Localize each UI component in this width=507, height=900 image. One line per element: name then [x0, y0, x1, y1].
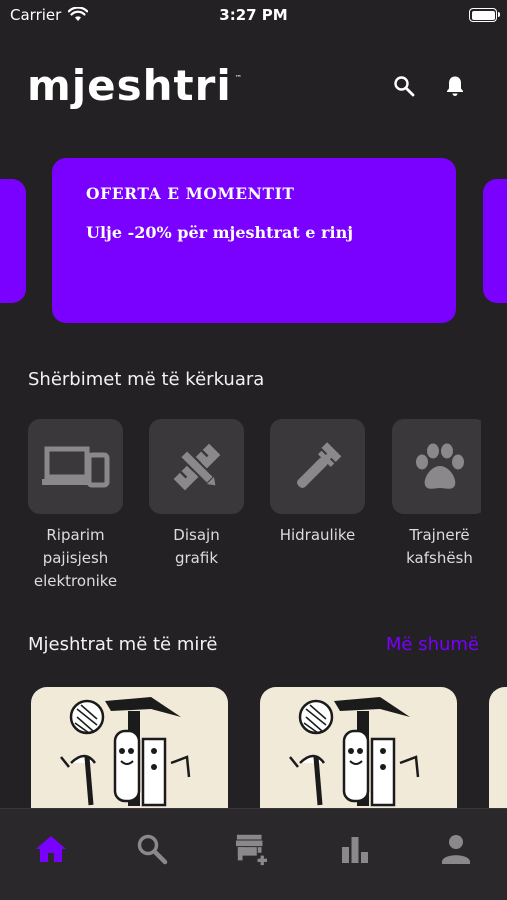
devices-icon: [41, 446, 109, 487]
tools-mascot-illustration: [60, 697, 191, 807]
see-more-link[interactable]: Më shumë: [386, 634, 479, 655]
tab-profile[interactable]: [438, 831, 474, 867]
service-item-electronics-repair[interactable]: Riparim pajisjesh elektronike: [28, 419, 123, 593]
services-section-title: Shërbimet më të kërkuara: [28, 369, 265, 390]
banner-subtitle: Ulje -20% për mjeshtrat e rinj: [86, 223, 353, 242]
bell-icon[interactable]: [443, 74, 467, 98]
service-item-graphic-design[interactable]: Disajn grafik: [149, 419, 244, 570]
offer-banner[interactable]: OFERTA E MOMENTIT Ulje -20% për mjeshtra…: [52, 158, 456, 323]
stats-icon: [342, 837, 368, 863]
home-icon: [36, 836, 66, 862]
pipe-wrench-icon: [296, 441, 341, 488]
tab-search[interactable]: [134, 831, 170, 867]
profile-icon: [442, 835, 470, 864]
service-label: Hidraulike: [279, 526, 356, 544]
masters-section-title: Mjeshtrat më të mirë: [28, 634, 218, 655]
service-item-plumbing[interactable]: Hidraulike: [270, 419, 365, 547]
search-icon: [137, 834, 168, 865]
service-label: Riparim pajisjesh elektronike: [33, 526, 118, 590]
tools-mascot-illustration: [289, 697, 420, 807]
service-label: Trajnerë kafshësh: [406, 526, 473, 567]
master-card[interactable]: [260, 687, 457, 808]
tab-stats[interactable]: [337, 831, 373, 867]
battery-icon: [469, 8, 500, 22]
banner-title: OFERTA E MOMENTIT: [86, 184, 295, 203]
tab-home[interactable]: [33, 831, 69, 867]
search-icon[interactable]: [392, 74, 416, 98]
add-store-icon: [235, 834, 268, 866]
service-tile[interactable]: [392, 419, 481, 514]
service-tile[interactable]: [270, 419, 365, 514]
service-tile[interactable]: [149, 419, 244, 514]
banner-next-slide[interactable]: [483, 179, 507, 303]
status-time: 3:27 PM: [219, 6, 288, 24]
bottom-tab-bar: [0, 808, 507, 900]
tab-add-store[interactable]: [235, 831, 271, 867]
master-card[interactable]: [489, 687, 507, 808]
service-tile[interactable]: [28, 419, 123, 514]
banner-prev-slide[interactable]: [0, 179, 26, 303]
status-bar: Carrier 3:27 PM: [0, 0, 507, 30]
services-list: Riparim pajisjesh elektronike Disajn gra…: [0, 419, 481, 599]
service-item-pet-trainers[interactable]: Trajnerë kafshësh: [392, 419, 481, 570]
master-card[interactable]: [31, 687, 228, 808]
masters-carousel: [0, 687, 507, 808]
app-logo: mjeshtri ™: [27, 61, 242, 110]
service-label: Disajn grafik: [173, 526, 220, 567]
design-tools-icon: [173, 443, 220, 490]
paw-icon: [415, 443, 464, 489]
logo-text: mjeshtri: [27, 61, 232, 110]
logo-trademark: ™: [234, 74, 242, 82]
